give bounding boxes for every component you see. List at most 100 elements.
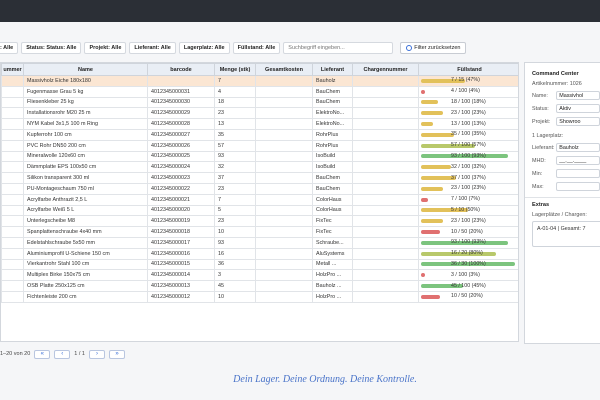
table-row[interactable]: Spanplattenschraube 4x40 mm 4012345000018… [1, 226, 518, 238]
prev-page-button[interactable]: ‹ [54, 349, 71, 359]
cell-number [1, 280, 24, 292]
cell-total-cost [255, 236, 313, 249]
cell-barcode: 4012345000014 [147, 269, 215, 282]
table-row[interactable]: PVC Rohr DN50 200 cm 4012345000026 57 RohrP… [1, 139, 518, 152]
fill-level-bar: 4 / 100 (4%) [421, 88, 515, 95]
table-row[interactable]: Vierkantrohr Stahl 100 cm 4012345000015 36… [1, 258, 518, 271]
filter-chip-project[interactable]: Projekt: Alle [84, 42, 127, 54]
cell-quantity: 57 [214, 139, 256, 152]
table-row[interactable]: Acrylfarbe Weiß 5 L 4012345000020 5 ColorHa… [1, 204, 518, 217]
fill-level-fill [421, 165, 452, 170]
cell-name: Fliesenkleber 25 kg [23, 96, 148, 109]
field-min-input[interactable] [556, 169, 600, 178]
col-header-barcode[interactable]: barcode [147, 63, 215, 76]
cell-batch [352, 182, 419, 195]
table-row[interactable]: Silikon transparent 300 ml 4012345000023 3… [1, 172, 518, 184]
next-page-button[interactable]: › [88, 349, 105, 359]
cell-quantity: 3 [214, 269, 256, 282]
table-row[interactable]: Fugenmasse Grau 5 kg 4012345000031 4 BauChe… [1, 85, 518, 98]
cell-barcode: 4012345000031 [147, 85, 215, 98]
fill-level-label: 93 / 100 (93%) [451, 152, 486, 159]
cell-supplier: IsoBuild [312, 150, 353, 163]
cell-batch [352, 226, 419, 238]
cell-total-cost [255, 215, 313, 228]
cell-barcode: 4012345000021 [147, 193, 215, 206]
table-row[interactable]: Edelstahlschraube 5x50 mm 4012345000017 93… [1, 236, 518, 249]
filter-chip-supplier[interactable]: Lieferant: Alle [129, 42, 176, 54]
cell-supplier: BauChem [312, 96, 353, 109]
table-row[interactable]: Multiplex Birke 150x75 cm 4012345000014 3 H… [1, 269, 518, 282]
table-row[interactable]: Installationsrohr M20 25 m 4012345000029 2… [1, 107, 518, 120]
field-name-input[interactable]: Massivhol [556, 91, 600, 100]
cell-fill-level: 93 / 100 (93%) [418, 236, 518, 249]
table-row[interactable]: PU-Montageschaum 750 ml 4012345000022 23 Ba… [1, 182, 518, 195]
reset-filter-button[interactable]: Filter zurücksetzen [400, 42, 467, 54]
fill-level-bar: 93 / 100 (93%) [421, 153, 515, 159]
table-row[interactable]: NYM Kabel 3x1,5 100 m Ring 4012345000028 1… [1, 118, 518, 130]
table-row[interactable]: Fliesenkleber 25 kg 4012345000030 18 BauChe… [1, 96, 518, 109]
filter-chip-category[interactable]: : Alle [0, 42, 19, 54]
cell-name: Installationsrohr M20 25 m [23, 107, 148, 120]
table-row[interactable]: Fichtenleiste 200 cm 4012345000012 10 HolzP… [1, 290, 518, 303]
cell-fill-level: 23 / 100 (23%) [418, 215, 518, 228]
table-row[interactable]: Massivholz Eiche 180x180 7 Bauholz 7 / 15 (… [1, 75, 518, 87]
search-input[interactable] [283, 42, 394, 54]
field-max-input[interactable] [556, 182, 600, 191]
col-header-fill-level[interactable]: Füllstand [418, 63, 518, 76]
cell-barcode: 4012345000012 [147, 290, 215, 303]
cell-quantity: 5 [214, 204, 256, 217]
cell-fill-level: 93 / 100 (93%) [418, 150, 518, 163]
col-header-supplier[interactable]: Lieferant [312, 63, 353, 76]
cell-total-cost [255, 96, 313, 109]
field-supplier-label: Lieferant: [532, 144, 555, 151]
field-supplier-row: Lieferant: Bauholz [532, 143, 600, 152]
cell-number [1, 118, 24, 130]
filter-chip-fill-level[interactable]: Füllstand: Alle [232, 42, 281, 54]
cell-batch [352, 193, 419, 206]
table-row[interactable]: Dämmplatte EPS 100x50 cm 4012345000024 32 I… [1, 161, 518, 174]
filter-chip-storage[interactable]: Lagerplatz: Alle [178, 42, 230, 54]
col-header-number[interactable]: ummer [1, 63, 24, 76]
cell-number [1, 193, 24, 206]
cell-batch [352, 128, 419, 141]
first-page-button[interactable]: « [34, 349, 51, 359]
field-supplier-input[interactable]: Bauholz [556, 143, 600, 152]
fill-level-fill [421, 89, 425, 94]
cell-name: OSB Platte 250x125 cm [23, 280, 148, 292]
field-mhd-input[interactable]: __.__.____ [556, 156, 600, 165]
cell-batch [352, 85, 419, 98]
col-header-name[interactable]: Name [23, 63, 148, 76]
table-row[interactable]: Aluminiumprofil U-Schiene 150 cm 40123450… [1, 247, 518, 260]
table-row[interactable]: Unterlegscheibe M8 4012345000019 23 FixTec 2… [1, 215, 518, 228]
col-header-quantity[interactable]: Menge (stk) [214, 63, 256, 76]
cell-fill-level: 35 / 100 (35%) [418, 128, 518, 141]
fill-level-bar: 5 / 10 (50%) [421, 207, 515, 213]
cell-barcode: 4012345000027 [147, 128, 215, 141]
cell-barcode: 4012345000024 [147, 161, 215, 174]
table-row[interactable]: Acrylfarbe Anthrazit 2,5 L 4012345000021 7… [1, 193, 518, 206]
batch-list-box[interactable]: A-01-04 | Gesamt: 7 [532, 221, 600, 247]
table-row[interactable]: Kupferrohr 100 cm 4012345000027 35 RohrPlus… [1, 128, 518, 141]
fill-level-fill [421, 294, 440, 299]
cell-total-cost [255, 107, 313, 120]
table-row[interactable]: Mineralwolle 120x60 cm 4012345000025 93 Iso… [1, 150, 518, 163]
table-row[interactable]: OSB Platte 250x125 cm 4012345000013 45 Bauh… [1, 280, 518, 292]
pagination-range: 1–20 von 20 [0, 351, 31, 357]
field-project-select[interactable]: Showroo [556, 117, 600, 126]
fill-level-label: 36 / 30 (100%) [451, 260, 486, 267]
article-number: Artikelnummer: 1026 [532, 81, 582, 87]
cell-supplier: HolzPro ... [312, 269, 353, 282]
last-page-button[interactable]: » [108, 349, 125, 359]
filter-chip-status[interactable]: Status: Status: Alle [21, 42, 82, 54]
cell-total-cost [255, 204, 313, 217]
cell-supplier: Bauholz ... [312, 280, 353, 292]
cell-name: Mineralwolle 120x60 cm [23, 150, 148, 163]
fill-level-label: 23 / 100 (23%) [451, 185, 486, 192]
field-max-row: Max: [532, 182, 600, 191]
cell-barcode: 4012345000026 [147, 139, 215, 152]
cell-name: Edelstahlschraube 5x50 mm [23, 236, 148, 249]
field-status-select[interactable]: Aktiv [556, 104, 600, 113]
cell-number [1, 161, 24, 174]
col-header-total-cost[interactable]: Gesamtkosten [255, 63, 313, 76]
col-header-batch[interactable]: Chargennummer [352, 63, 419, 76]
